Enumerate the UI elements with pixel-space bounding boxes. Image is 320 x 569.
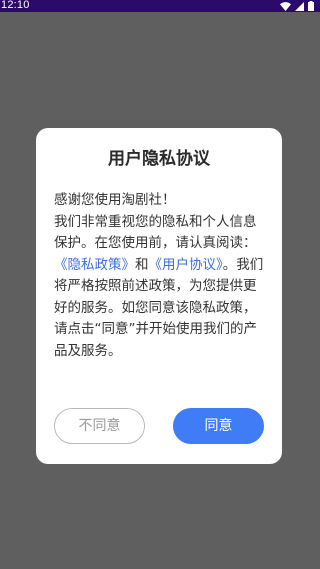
status-time: 12:10 (1, 0, 30, 11)
agree-button[interactable]: 同意 (173, 408, 264, 444)
status-bar: 12:10 (0, 0, 320, 12)
disagree-button[interactable]: 不同意 (54, 408, 145, 444)
intro-text: 我们非常重视您的隐私和个人信息保护。在您使用前，请认真阅读： (54, 213, 257, 252)
battery-icon (308, 1, 314, 11)
user-agreement-link[interactable]: 《用户协议》 (149, 257, 223, 273)
and-text: 和 (135, 256, 149, 273)
dialog-body: 感谢您使用淘剧社！ 我们非常重视您的隐私和个人信息保护。在您使用前，请认真阅读：… (54, 190, 268, 362)
signal-icon (295, 1, 304, 11)
wifi-icon (280, 1, 291, 11)
greeting-text: 感谢您使用淘剧社！ (54, 192, 176, 208)
privacy-dialog: 用户隐私协议 感谢您使用淘剧社！ 我们非常重视您的隐私和个人信息保护。在您使用前… (36, 128, 282, 464)
privacy-policy-link[interactable]: 《隐私政策》 (54, 257, 135, 273)
dialog-title: 用户隐私协议 (108, 149, 210, 169)
status-icons (280, 1, 314, 11)
